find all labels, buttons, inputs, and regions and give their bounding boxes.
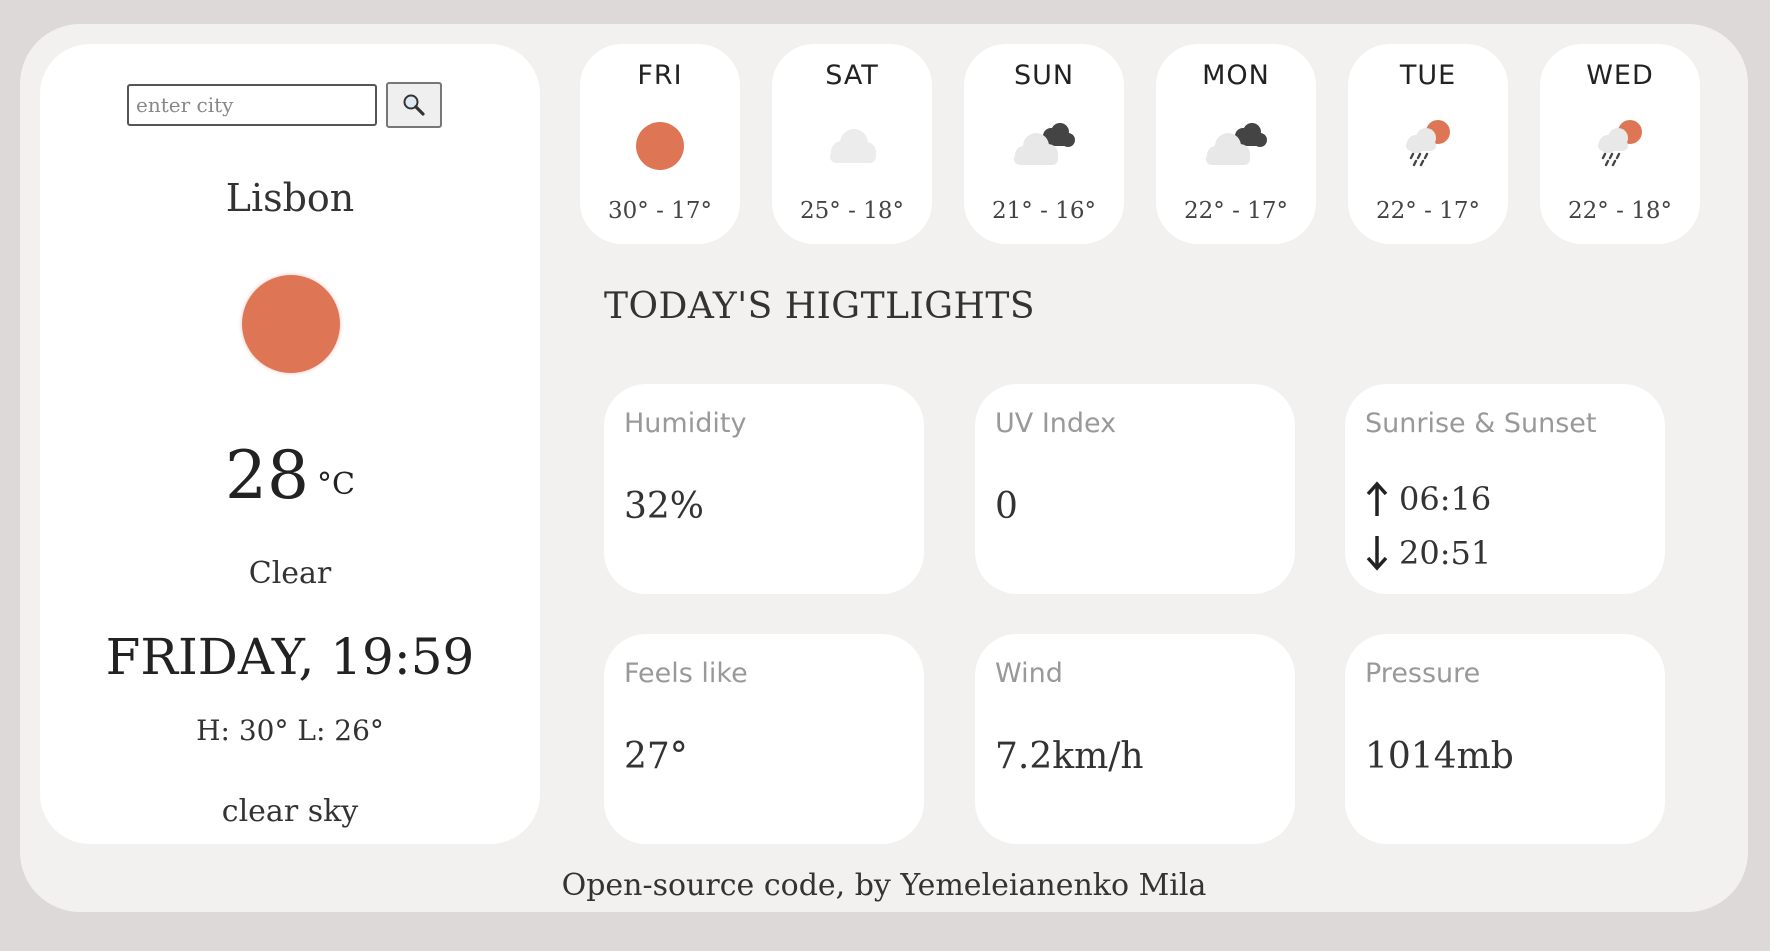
sunrise-time: 06:16 (1399, 480, 1492, 518)
sun-icon (242, 275, 340, 373)
feels-like-card: Feels like 27° (604, 634, 924, 844)
humidity-card: Humidity 32% (604, 384, 924, 594)
city-search-input[interactable] (127, 84, 377, 126)
temperature-unit: °C (317, 467, 355, 502)
forecast-card-sat: SAT 25° - 18° (772, 44, 932, 244)
sunrise-sunset-card: Sunrise & Sunset 06:16 20:51 (1345, 384, 1665, 594)
humidity-value: 32% (624, 486, 705, 527)
forecast-day: SUN (1013, 60, 1075, 91)
city-name: Lisbon (225, 176, 355, 220)
broken-clouds-icon (1014, 123, 1075, 165)
sunrise-row: 06:16 (1365, 480, 1491, 518)
cloud-icon (830, 129, 876, 163)
temperature-value: 28 (225, 437, 309, 514)
search-button[interactable] (386, 82, 442, 128)
sunset-time: 20:51 (1399, 534, 1492, 572)
search-icon (403, 94, 425, 116)
arrow-down-icon (1366, 536, 1388, 571)
forecast-temps: 22° - 18° (1568, 198, 1672, 224)
wind-card: Wind 7.2km/h (975, 634, 1295, 844)
arrow-up-icon (1366, 481, 1388, 516)
feels-like-value: 27° (624, 736, 688, 777)
forecast-day: FRI (637, 60, 683, 91)
forecast-temps: 22° - 17° (1184, 198, 1288, 224)
search-form (127, 82, 442, 128)
forecast-card-fri: FRI 30° - 17° (580, 44, 740, 244)
humidity-label: Humidity (624, 408, 747, 439)
forecast-day: SAT (825, 60, 879, 91)
forecast-temps: 21° - 16° (992, 198, 1096, 224)
high-low-temperature: H: 30° L: 26° (196, 714, 384, 747)
forecast-card-tue: TUE 22° - 17° (1348, 44, 1508, 244)
feels-like-label: Feels like (624, 658, 748, 689)
wind-label: Wind (995, 658, 1063, 689)
sunset-row: 20:51 (1365, 534, 1491, 572)
current-temperature: 28 °C (40, 437, 540, 514)
sun-icon (636, 122, 684, 170)
current-weather-card: Lisbon 28°C Clear FRIDAY, 19:59 H: 30° L… (40, 44, 540, 844)
pressure-label: Pressure (1365, 658, 1481, 689)
uv-index-card: UV Index 0 (975, 384, 1295, 594)
forecast-temps: 30° - 17° (608, 198, 712, 224)
forecast-card-sun: SUN 21° - 16° (964, 44, 1124, 244)
weather-condition: Clear (248, 556, 332, 591)
highlights-title: TODAY'S HIGTLIGHTS (604, 286, 1036, 327)
sunrise-sunset-label: Sunrise & Sunset (1365, 408, 1597, 439)
pressure-value: 1014mb (1365, 736, 1514, 777)
forecast-day: WED (1586, 60, 1654, 91)
forecast-temps: 25° - 18° (800, 198, 904, 224)
uv-index-value: 0 (995, 486, 1018, 527)
forecast-card-wed: WED 22° - 18° (1540, 44, 1700, 244)
day-time: FRIDAY, 19:59 (105, 628, 475, 686)
pressure-card: Pressure 1014mb (1345, 634, 1665, 844)
uv-index-label: UV Index (995, 408, 1117, 439)
wind-value: 7.2km/h (995, 736, 1144, 777)
forecast-temps: 22° - 17° (1376, 198, 1480, 224)
footer-credit: Open-source code, by Yemeleianenko Mila (561, 868, 1207, 903)
app-container: Lisbon 28°C Clear FRIDAY, 19:59 H: 30° L… (20, 24, 1748, 912)
weather-description: clear sky (221, 794, 359, 829)
broken-clouds-icon (1206, 123, 1267, 165)
forecast-day: MON (1202, 60, 1270, 91)
sun-rain-icon (1598, 120, 1642, 167)
sun-rain-icon (1406, 120, 1450, 167)
forecast-day: TUE (1399, 60, 1457, 91)
forecast-card-mon: MON 22° - 17° (1156, 44, 1316, 244)
